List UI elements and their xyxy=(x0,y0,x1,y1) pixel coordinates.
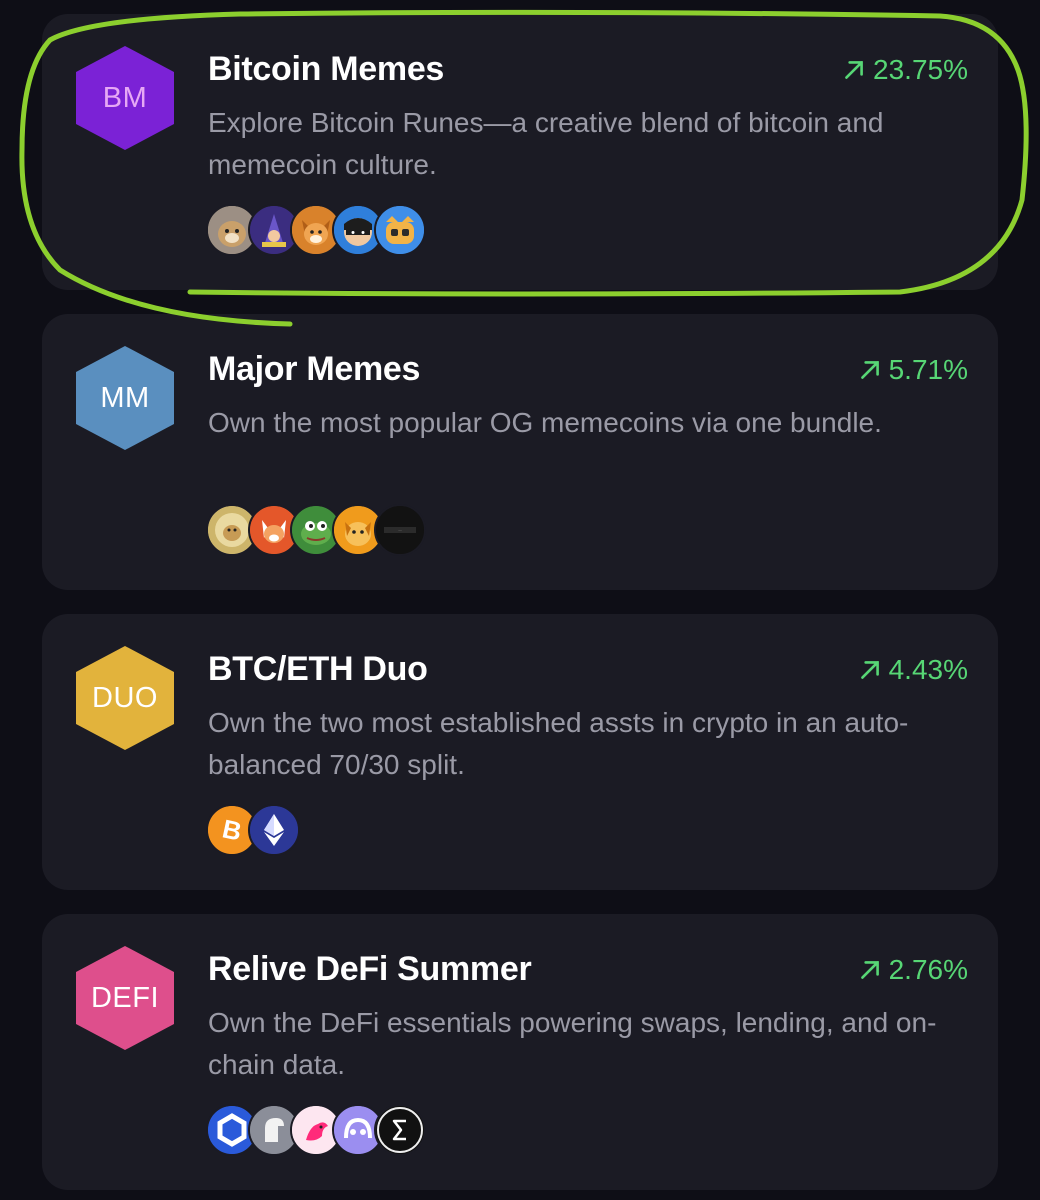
ens-token-icon xyxy=(374,1104,426,1156)
bundle-card-major-memes[interactable]: MM Major Memes 5.71% Own the most popula… xyxy=(42,314,998,590)
arrow-up-right-icon xyxy=(860,661,879,679)
token-list xyxy=(206,1104,426,1156)
bundle-change: 4.43% xyxy=(857,654,968,686)
bundle-badge: DUO xyxy=(76,646,174,750)
bundle-title: Relive DeFi Summer xyxy=(208,950,532,988)
floki-token-icon: ~ xyxy=(374,504,426,556)
bundle-description: Own the most popular OG memecoins via on… xyxy=(208,407,882,438)
bundle-change: 2.76% xyxy=(857,954,968,986)
svg-text:~: ~ xyxy=(398,528,402,535)
cat-token-icon xyxy=(374,204,426,256)
bundle-change: 23.75% xyxy=(841,54,968,86)
arrow-up-right-icon xyxy=(845,61,863,79)
bundle-title: Bitcoin Memes xyxy=(208,50,445,88)
token-list xyxy=(206,204,426,256)
bundle-title: BTC/ETH Duo xyxy=(208,650,428,688)
bundle-badge: MM xyxy=(76,346,174,450)
bundle-change: 5.71% xyxy=(857,354,968,386)
bundle-change-value: 23.75% xyxy=(873,54,968,85)
bundle-badge: BM xyxy=(76,46,174,150)
token-list: B xyxy=(206,804,300,856)
token-list: ~ xyxy=(206,504,426,556)
bundle-description: Own the two most established assts in cr… xyxy=(208,707,909,780)
bundle-card-btc-eth-duo[interactable]: DUO BTC/ETH Duo 4.43% Own the two most e… xyxy=(42,614,998,890)
bundle-change-value: 2.76% xyxy=(888,954,968,985)
bundle-change-value: 4.43% xyxy=(888,654,968,685)
arrow-up-right-icon xyxy=(860,961,879,979)
bundle-badge: DEFI xyxy=(76,946,174,1050)
bundle-description: Explore Bitcoin Runes—a creative blend o… xyxy=(208,107,884,180)
bundle-description: Own the DeFi essentials powering swaps, … xyxy=(208,1007,937,1080)
bundle-title: Major Memes xyxy=(208,350,421,388)
bundle-card-relive-defi-summer[interactable]: DEFI Relive DeFi Summer 2.76% Own the De… xyxy=(42,914,998,1190)
ethereum-token-icon xyxy=(248,804,300,856)
bundle-card-bitcoin-memes[interactable]: BM Bitcoin Memes 23.75% Explore Bitcoin … xyxy=(42,14,998,290)
arrow-up-right-icon xyxy=(860,361,879,379)
bundle-change-value: 5.71% xyxy=(888,354,968,385)
